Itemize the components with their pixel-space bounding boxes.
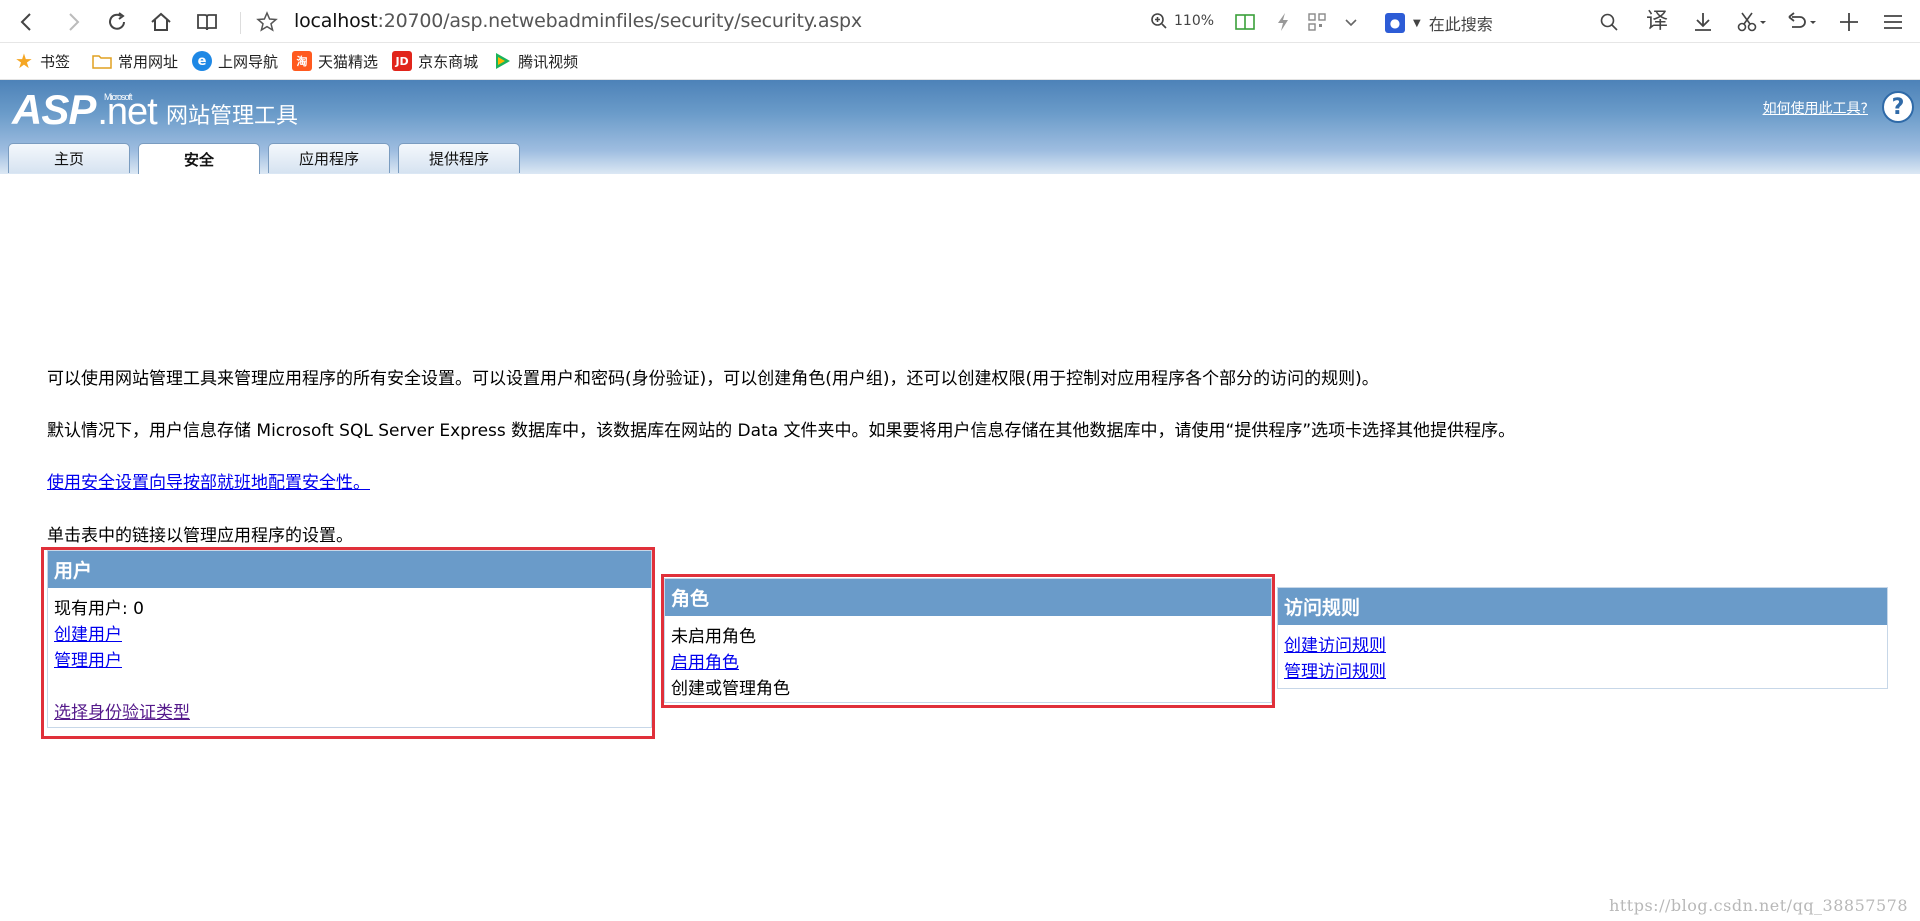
- ie-icon: e: [192, 51, 213, 71]
- zoom-control[interactable]: 110%: [1150, 12, 1214, 30]
- storage-note: 默认情况下，用户信息存储 Microsoft SQL Server Expres…: [47, 421, 1516, 441]
- tmall-icon: 淘: [292, 51, 313, 71]
- bookmark-item-bookmarks[interactable]: ★ 书签: [14, 49, 71, 73]
- tab-bar: 主页 安全 应用程序 提供程序: [8, 143, 528, 174]
- back-icon[interactable]: [12, 7, 42, 37]
- lightning-icon[interactable]: [1268, 7, 1298, 37]
- tab-security[interactable]: 安全: [138, 143, 260, 174]
- folder-icon: [92, 51, 112, 71]
- aspnet-logo: ASP .net Microsoft: [12, 86, 158, 134]
- divider: [240, 12, 241, 34]
- site-header: ASP .net Microsoft 网站管理工具 如何使用此工具? ? 主页 安…: [0, 80, 1920, 174]
- bookmark-item-tencent-video[interactable]: 腾讯视频: [492, 51, 578, 72]
- address-bar[interactable]: localhost:20700/asp.netwebadminfiles/sec…: [294, 10, 862, 32]
- forward-icon[interactable]: [58, 7, 88, 37]
- bookmarks-bar: ★ 书签 常用网址 e 上网导航 淘 天猫精选 JD 京东商城 腾讯视频: [0, 43, 1920, 80]
- users-highlight-box: [41, 547, 655, 739]
- bookmark-label: 书签: [40, 52, 71, 71]
- undo-icon[interactable]: [1782, 7, 1822, 37]
- zoom-icon: [1151, 13, 1167, 29]
- jd-icon: JD: [392, 51, 413, 71]
- browser-toolbar: localhost:20700/asp.netwebadminfiles/sec…: [0, 0, 1920, 43]
- tencent-video-icon: [492, 51, 512, 71]
- bookmark-label: 常用网址: [118, 52, 179, 71]
- manage-access-rules-link[interactable]: 管理访问规则: [1284, 662, 1386, 682]
- bookmark-label: 腾讯视频: [518, 52, 579, 71]
- translate-icon[interactable]: 译: [1642, 7, 1672, 37]
- url-host: localhost: [294, 10, 378, 32]
- bookmark-item-jd[interactable]: JD 京东商城: [392, 51, 478, 72]
- chevron-down-icon[interactable]: [1336, 7, 1366, 37]
- reader-icon[interactable]: [192, 7, 222, 37]
- access-rules-panel-title: 访问规则: [1278, 588, 1887, 625]
- roles-highlight-box: [661, 574, 1275, 708]
- search-input[interactable]: 在此搜索: [1429, 11, 1493, 35]
- menu-icon[interactable]: [1878, 7, 1908, 37]
- zoom-level: 110%: [1174, 13, 1215, 29]
- home-icon[interactable]: [146, 7, 176, 37]
- bookmark-item-navigation[interactable]: e 上网导航: [192, 51, 278, 72]
- star-icon: ★: [15, 49, 33, 73]
- url-path: :20700/asp.netwebadminfiles/security/sec…: [377, 10, 863, 32]
- bookmark-label: 天猫精选: [318, 52, 379, 71]
- bookmark-item-tmall[interactable]: 淘 天猫精选: [292, 51, 378, 72]
- create-access-rule-link[interactable]: 创建访问规则: [1284, 636, 1386, 656]
- refresh-icon[interactable]: [102, 7, 132, 37]
- watermark: https://blog.csdn.net/qq_38857578: [1609, 896, 1908, 915]
- bookmark-label: 京东商城: [418, 52, 479, 71]
- access-rules-panel: 访问规则 创建访问规则 管理访问规则: [1277, 587, 1888, 689]
- intro-text: 可以使用网站管理工具来管理应用程序的所有安全设置。可以设置用户和密码(身份验证)…: [47, 369, 1379, 389]
- tab-provider[interactable]: 提供程序: [398, 143, 520, 173]
- search-icon[interactable]: [1594, 7, 1624, 37]
- help-icon[interactable]: ?: [1882, 91, 1914, 123]
- qrcode-icon[interactable]: [1302, 7, 1332, 37]
- book-icon[interactable]: [1230, 7, 1260, 37]
- logo-asp: ASP: [12, 86, 96, 133]
- click-note: 单击表中的链接以管理应用程序的设置。: [47, 526, 353, 546]
- help-link[interactable]: 如何使用此工具?: [1763, 98, 1868, 118]
- bookmark-item-common-sites[interactable]: 常用网址: [92, 51, 178, 72]
- scissors-icon[interactable]: [1732, 7, 1772, 37]
- tab-home[interactable]: 主页: [8, 143, 130, 173]
- bookmark-star-icon[interactable]: [252, 7, 282, 37]
- engine-dropdown-icon[interactable]: ▼: [1413, 18, 1421, 29]
- tab-application[interactable]: 应用程序: [268, 143, 390, 173]
- logo-microsoft: Microsoft: [104, 92, 132, 102]
- security-wizard-link[interactable]: 使用安全设置向导按部就班地配置安全性。: [47, 468, 370, 493]
- baidu-paw-icon: ●: [1385, 13, 1405, 33]
- new-tab-plus-icon[interactable]: [1834, 7, 1864, 37]
- site-title: 网站管理工具: [166, 104, 299, 129]
- download-icon[interactable]: [1688, 7, 1718, 37]
- bookmark-label: 上网导航: [218, 52, 279, 71]
- search-box[interactable]: ● ▼ 在此搜索: [1385, 11, 1493, 35]
